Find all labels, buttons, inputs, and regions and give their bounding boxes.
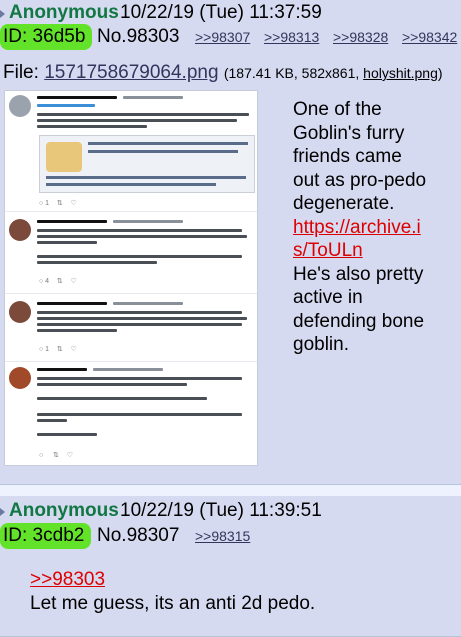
post-date: 10/22/19 (Tue) 11:39:51 [120,500,322,521]
post-menu-arrow-icon[interactable] [0,10,5,18]
post-text: Let me guess, its an anti 2d pedo. [30,593,316,614]
archive-link[interactable]: s/ToULn [293,239,443,263]
reply-link[interactable]: >>98313 [264,24,319,50]
poster-id-badge[interactable]: ID: 3cdb2 [0,523,92,549]
file-name-link[interactable]: 1571758679064.png [44,62,218,83]
post-body: One of the Goblin's furry friends came o… [293,98,443,357]
file-info: File: 1571758679064.png (187.41 KB, 582x… [3,60,443,86]
original-filename-link[interactable]: holyshit.png [363,65,438,81]
post-number[interactable]: No.98307 [97,523,179,549]
file-meta: (187.41 KB, 582x861, holyshit.png) [223,65,443,81]
poster-name: Anonymous [9,2,119,23]
quote-link[interactable]: >>98303 [30,568,315,592]
file-label: File: [3,62,39,83]
thumb-tweet: ○ 4 ⇅ ♡ [5,211,257,294]
poster-name: Anonymous [9,500,119,521]
reply-link[interactable]: >>98328 [333,24,388,50]
post-body: >>98303 Let me guess, its an anti 2d ped… [30,568,315,616]
reply-link[interactable]: >>98315 [195,523,250,549]
reply-link[interactable]: >>98307 [195,24,250,50]
thumb-tweet: ○ 1 ⇅ ♡ [5,91,257,212]
thumb-tweet: ○ 1 ⇅ ♡ [5,293,257,362]
archive-link[interactable]: https://archive.i [293,216,443,240]
post-menu-arrow-icon[interactable] [0,508,5,516]
attached-image-thumbnail[interactable]: ○ 1 ⇅ ♡ ○ 4 ⇅ ♡ ○ 1 ⇅ ♡ ○ ⇅ ♡ [4,90,258,466]
reply-link[interactable]: >>98342 [402,24,457,50]
poster-id-badge[interactable]: ID: 36d5b [0,24,93,50]
post-98303: Anonymous 10/22/19 (Tue) 11:37:59 ID: 36… [0,0,461,485]
post-number[interactable]: No.98303 [97,24,179,50]
thumb-tweet: ○ ⇅ ♡ [5,361,257,465]
post-date: 10/22/19 (Tue) 11:37:59 [120,2,322,23]
